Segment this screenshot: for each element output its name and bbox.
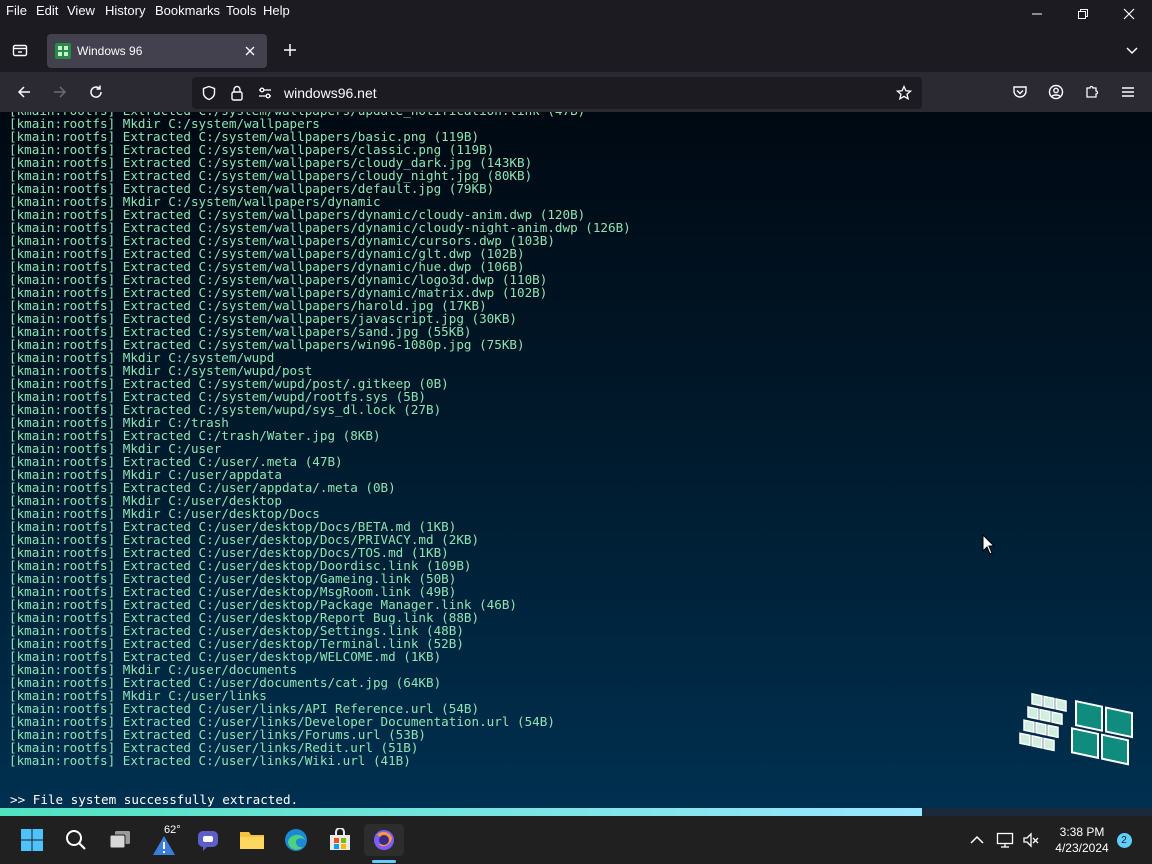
hamburger-menu-icon [1122, 87, 1134, 97]
extensions-button[interactable] [1080, 80, 1104, 104]
clock-time: 3:38 PM [1059, 825, 1105, 839]
lock-icon[interactable] [228, 84, 246, 102]
arrow-left-icon [17, 86, 30, 98]
volume-button[interactable] [1018, 824, 1044, 856]
back-button[interactable] [12, 80, 36, 104]
bookmark-star-button[interactable] [894, 83, 914, 103]
account-button[interactable] [1044, 80, 1068, 104]
file-explorer-button[interactable] [232, 824, 272, 856]
reload-icon [90, 85, 102, 98]
menu-help[interactable]: Help [263, 3, 290, 18]
arrow-right-icon [54, 86, 67, 98]
progress-fill [0, 808, 922, 816]
clock-button[interactable]: 3:38 PM 4/23/2024 [1048, 824, 1116, 856]
terminal-prompt: >> File system successfully extracted. [10, 792, 299, 807]
minimize-icon [1032, 13, 1042, 15]
weather-alert-icon [153, 836, 175, 855]
puzzle-icon [1086, 85, 1099, 98]
pocket-icon [1013, 86, 1027, 98]
forward-button[interactable] [48, 80, 72, 104]
restore-button[interactable] [1060, 0, 1106, 28]
terminal-line: [kmain:rootfs] Extracted C:/user/links/W… [9, 753, 411, 768]
firefox-view-icon [12, 44, 28, 57]
app-menu-button[interactable] [1116, 80, 1140, 104]
pocket-button[interactable] [1008, 80, 1032, 104]
menu-edit[interactable]: Edit [36, 3, 58, 18]
tab-title: Windows 96 [77, 44, 143, 58]
start-button[interactable] [12, 824, 52, 856]
loading-progress-bar [0, 808, 1152, 816]
new-tab-button[interactable] [278, 38, 302, 62]
firefox-icon [374, 830, 394, 850]
list-all-tabs-button[interactable] [1120, 38, 1144, 62]
chat-icon [198, 831, 218, 851]
edge-browser-button[interactable] [276, 824, 316, 856]
url-bar[interactable]: windows96.net [192, 77, 922, 109]
taskbar: 62° 3:38 PM 4/23/2024 2 [0, 816, 1152, 864]
folder-icon [240, 832, 264, 849]
close-window-button[interactable] [1106, 0, 1152, 28]
close-tab-button[interactable] [241, 42, 259, 60]
account-icon [1048, 84, 1064, 100]
volume-muted-icon [1023, 832, 1039, 848]
reload-button[interactable] [84, 80, 108, 104]
windows96-favicon [55, 43, 71, 59]
menu-bookmarks[interactable]: Bookmarks [155, 3, 220, 18]
chevron-up-icon [970, 835, 984, 844]
windows-start-icon [21, 829, 43, 851]
tab-windows-96[interactable]: Windows 96 [47, 34, 267, 68]
menu-history[interactable]: History [105, 3, 145, 18]
notification-count-badge: 2 [1116, 832, 1132, 848]
search-button[interactable] [56, 824, 96, 856]
menu-bar: File Edit View History Bookmarks Tools H… [0, 0, 1152, 22]
task-view-icon [109, 831, 130, 849]
terminal-log: [kmain:rootfs] Extracted C:/system/wallp… [9, 112, 631, 767]
active-app-indicator [372, 860, 396, 863]
edge-icon [285, 829, 307, 851]
firefox-view-button[interactable] [8, 38, 32, 62]
close-icon [1123, 8, 1135, 20]
mouse-cursor-icon [982, 534, 996, 555]
notifications-button[interactable]: 2 [1112, 824, 1136, 856]
tracking-protection-shield-icon[interactable] [200, 84, 218, 102]
task-view-button[interactable] [100, 824, 140, 856]
firefox-taskbar-button[interactable] [364, 824, 404, 856]
teams-chat-button[interactable] [188, 824, 228, 856]
menu-view[interactable]: View [67, 3, 95, 18]
plus-icon [284, 44, 296, 56]
menu-tools[interactable]: Tools [226, 3, 256, 18]
weather-widget[interactable]: 62° [144, 822, 184, 858]
network-status-button[interactable] [992, 824, 1018, 856]
star-icon [896, 85, 912, 101]
windows96-logo-icon [1019, 692, 1133, 766]
close-icon [245, 46, 255, 56]
minimize-button[interactable] [1014, 0, 1060, 28]
restore-icon [1078, 9, 1088, 19]
clock-date: 4/23/2024 [1055, 841, 1109, 855]
chevron-down-icon [1126, 47, 1138, 55]
search-icon [66, 830, 86, 850]
microsoft-store-button[interactable] [320, 824, 360, 856]
site-permissions-icon[interactable] [256, 84, 274, 102]
network-icon [996, 832, 1014, 848]
show-hidden-icons-button[interactable] [964, 824, 990, 856]
boot-terminal[interactable]: [kmain:rootfs] Extracted C:/system/wallp… [0, 112, 1152, 808]
menu-file[interactable]: File [6, 3, 27, 18]
store-icon [330, 828, 350, 850]
url-text[interactable]: windows96.net [284, 85, 377, 101]
